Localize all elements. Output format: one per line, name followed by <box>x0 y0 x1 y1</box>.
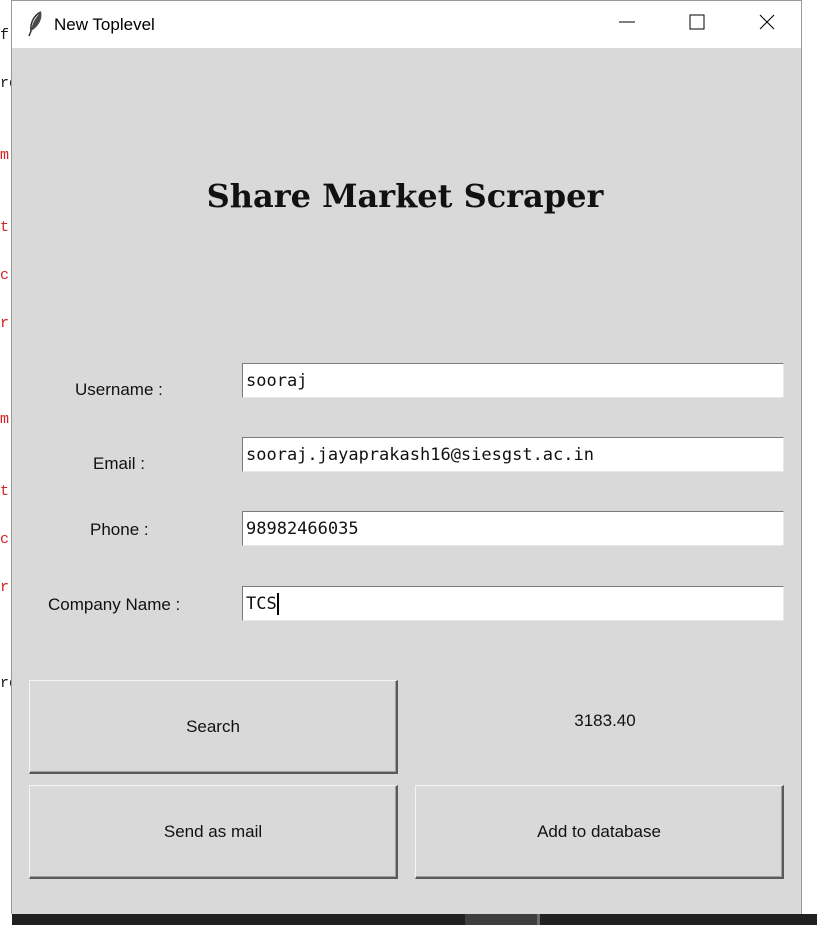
maximize-icon <box>689 14 705 35</box>
code-glyph: m <box>0 411 10 428</box>
email-label: Email : <box>93 454 145 473</box>
page-title: Share Market Scraper <box>206 177 604 215</box>
add-to-database-button[interactable]: Add to database <box>415 785 784 879</box>
share-price-result: 3183.40 <box>574 711 636 730</box>
code-glyph: t <box>0 219 10 236</box>
phone-label: Phone : <box>90 520 149 539</box>
company-name-field[interactable]: TCS <box>242 586 784 621</box>
title-bar[interactable]: New Toplevel <box>12 1 801 48</box>
username-label: Username : <box>75 380 163 399</box>
company-name-value: TCS <box>246 594 277 614</box>
code-glyph: t <box>0 483 10 500</box>
email-field[interactable]: sooraj.jayaprakash16@siesgst.ac.in <box>242 437 784 472</box>
close-button[interactable] <box>732 1 802 48</box>
code-glyph: r <box>0 579 10 596</box>
code-glyph: f <box>0 27 10 44</box>
text-caret <box>276 593 279 615</box>
company-name-label: Company Name : <box>48 595 181 614</box>
username-field[interactable]: sooraj <box>242 363 784 398</box>
close-icon <box>759 14 775 35</box>
toplevel-window: New Toplevel Share Market Scraper Userna… <box>11 0 802 914</box>
feather-icon <box>26 11 46 37</box>
maximize-button[interactable] <box>662 1 732 48</box>
code-glyph: c <box>0 531 10 548</box>
minimize-icon <box>619 14 635 35</box>
minimize-button[interactable] <box>592 1 662 48</box>
taskbar <box>12 914 817 925</box>
code-glyph: c <box>0 267 10 284</box>
taskbar-divider <box>537 914 540 925</box>
code-glyph: m <box>0 147 10 164</box>
search-button[interactable]: Search <box>29 680 398 774</box>
window-title: New Toplevel <box>54 15 155 34</box>
taskbar-item[interactable] <box>465 914 537 925</box>
send-as-mail-button[interactable]: Send as mail <box>29 785 398 879</box>
phone-field[interactable]: 98982466035 <box>242 511 784 546</box>
code-glyph: r <box>0 315 10 332</box>
